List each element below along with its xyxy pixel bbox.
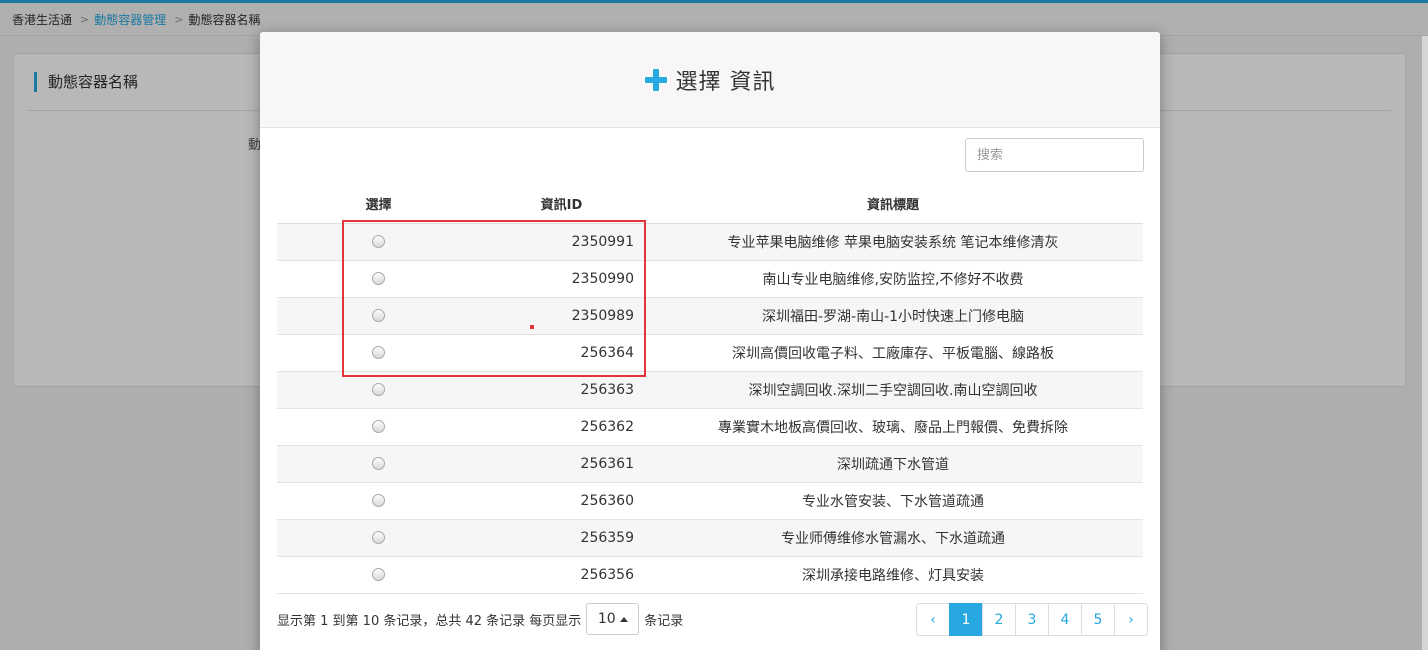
modal-title: 選擇 資訊 <box>675 69 776 95</box>
select-info-modal: 選擇 資訊 選擇 資訊ID 資訊標題 2350991 专业苹果电脑维修 苹果电脑… <box>260 32 1160 650</box>
info-id-cell: 2350991 <box>480 223 643 261</box>
select-cell <box>277 482 480 520</box>
page-button-2[interactable]: 2 <box>982 603 1016 636</box>
table-row[interactable]: 256363 深圳空調回收.深圳二手空調回收.南山空調回收 <box>277 371 1143 409</box>
table-row[interactable]: 2350991 专业苹果电脑维修 苹果电脑安装系统 笔记本维修清灰 <box>277 223 1143 261</box>
info-id-cell: 2350989 <box>480 297 643 335</box>
pagination-info: 显示第 1 到第 10 条记录，总共 42 条记录 每页显示 10 条记录 <box>277 603 684 635</box>
table-header-row: 選擇 資訊ID 資訊標題 <box>277 184 1143 224</box>
info-id-cell: 256359 <box>480 519 643 557</box>
table-row[interactable]: 2350989 深圳福田-罗湖-南山-1小时快速上门修电脑 <box>277 297 1143 335</box>
table-row[interactable]: 256364 深圳高價回收電子料、工廠庫存、平板電腦、線路板 <box>277 334 1143 372</box>
page-scrollbar[interactable] <box>1422 36 1428 650</box>
select-radio[interactable] <box>372 531 385 544</box>
column-header-info-id[interactable]: 資訊ID <box>480 184 643 224</box>
info-id-cell: 256364 <box>480 334 643 372</box>
select-radio[interactable] <box>372 309 385 322</box>
info-title-cell: 深圳福田-罗湖-南山-1小时快速上门修电脑 <box>643 297 1143 335</box>
select-radio[interactable] <box>372 235 385 248</box>
info-id-cell: 256361 <box>480 445 643 483</box>
annotation-dot <box>530 325 534 329</box>
select-radio[interactable] <box>372 383 385 396</box>
select-cell <box>277 371 480 409</box>
table-row[interactable]: 256362 專業實木地板高價回收、玻璃、廢品上門報價、免費拆除 <box>277 408 1143 446</box>
next-page-button[interactable]: › <box>1114 603 1148 636</box>
select-cell <box>277 445 480 483</box>
column-header-select[interactable]: 選擇 <box>277 184 480 224</box>
info-id-cell: 256356 <box>480 556 643 594</box>
select-cell <box>277 408 480 446</box>
select-radio[interactable] <box>372 457 385 470</box>
table-row[interactable]: 256361 深圳疏通下水管道 <box>277 445 1143 483</box>
table-row[interactable]: 256359 专业师傅维修水管漏水、下水道疏通 <box>277 519 1143 557</box>
info-title-cell: 专业水管安装、下水管道疏通 <box>643 482 1143 520</box>
table-row[interactable]: 256356 深圳承接电路维修、灯具安装 <box>277 556 1143 594</box>
info-id-cell: 256363 <box>480 371 643 409</box>
info-title-cell: 深圳高價回收電子料、工廠庫存、平板電腦、線路板 <box>643 334 1143 372</box>
plus-icon <box>644 68 667 91</box>
select-radio[interactable] <box>372 568 385 581</box>
info-title-cell: 南山专业电脑维修,安防监控,不修好不收费 <box>643 260 1143 298</box>
pagination-info-prefix: 显示第 1 到第 10 条记录，总共 42 条记录 每页显示 <box>277 613 582 629</box>
select-cell <box>277 334 480 372</box>
info-title-cell: 专业师傅维修水管漏水、下水道疏通 <box>643 519 1143 557</box>
prev-page-button[interactable]: ‹ <box>916 603 950 636</box>
page-button-3[interactable]: 3 <box>1015 603 1049 636</box>
info-id-cell: 256362 <box>480 408 643 446</box>
select-cell <box>277 556 480 594</box>
select-cell <box>277 297 480 335</box>
select-cell <box>277 223 480 261</box>
page-button-5[interactable]: 5 <box>1081 603 1115 636</box>
caret-up-icon <box>619 616 628 622</box>
search-input[interactable] <box>965 138 1144 172</box>
info-title-cell: 专业苹果电脑维修 苹果电脑安装系统 笔记本维修清灰 <box>643 223 1143 261</box>
select-radio[interactable] <box>372 346 385 359</box>
pagination-info-suffix: 条记录 <box>644 613 684 629</box>
column-header-info-title[interactable]: 資訊標題 <box>643 184 1143 224</box>
info-title-cell: 深圳承接电路维修、灯具安装 <box>643 556 1143 594</box>
info-id-cell: 256360 <box>480 482 643 520</box>
page-button-1[interactable]: 1 <box>949 603 983 636</box>
select-cell <box>277 519 480 557</box>
select-radio[interactable] <box>372 494 385 507</box>
page-size-dropdown[interactable]: 10 <box>586 603 640 635</box>
info-table: 選擇 資訊ID 資訊標題 2350991 专业苹果电脑维修 苹果电脑安装系统 笔… <box>277 184 1143 594</box>
table-row[interactable]: 2350990 南山专业电脑维修,安防监控,不修好不收费 <box>277 260 1143 298</box>
info-id-cell: 2350990 <box>480 260 643 298</box>
info-title-cell: 深圳空調回收.深圳二手空調回收.南山空調回收 <box>643 371 1143 409</box>
page-button-4[interactable]: 4 <box>1048 603 1082 636</box>
pagination: ‹ 1 2 3 4 5 › <box>916 603 1148 636</box>
table-row[interactable]: 256360 专业水管安装、下水管道疏通 <box>277 482 1143 520</box>
select-cell <box>277 260 480 298</box>
modal-header: 選擇 資訊 <box>260 32 1160 128</box>
select-radio[interactable] <box>372 420 385 433</box>
info-title-cell: 深圳疏通下水管道 <box>643 445 1143 483</box>
info-title-cell: 專業實木地板高價回收、玻璃、廢品上門報價、免費拆除 <box>643 408 1143 446</box>
page-size-value: 10 <box>597 611 616 627</box>
select-radio[interactable] <box>372 272 385 285</box>
